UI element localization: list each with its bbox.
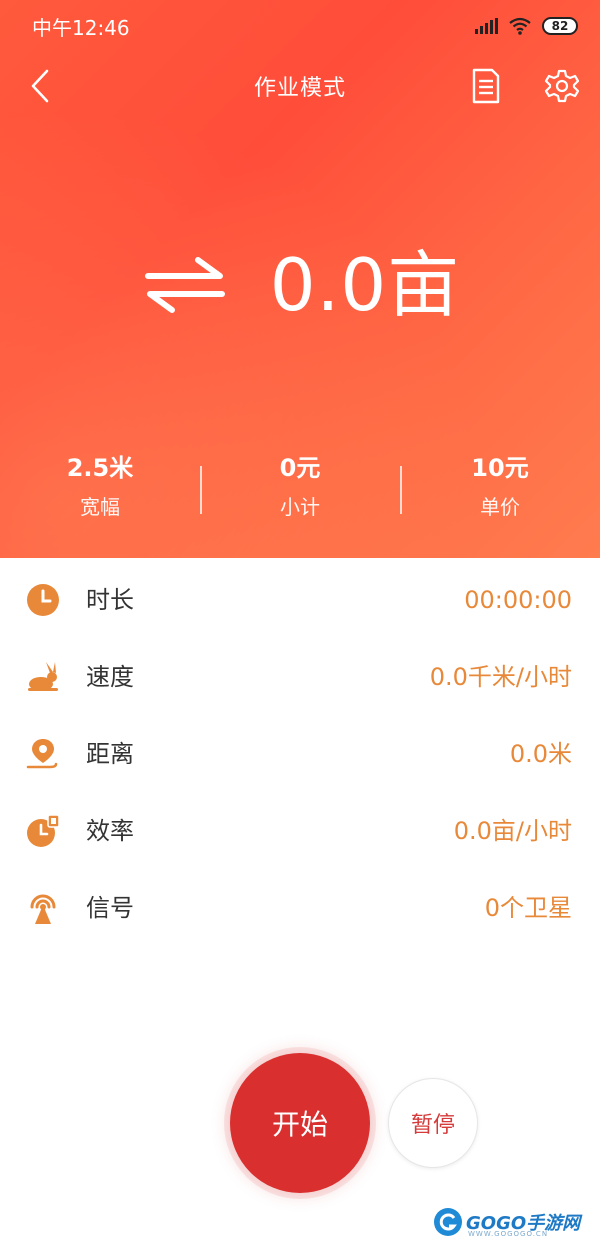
list-item-distance: 距离 0.0米 bbox=[0, 719, 600, 789]
row-label: 时长 bbox=[86, 586, 134, 614]
area-value: 0.0亩 bbox=[269, 243, 461, 327]
watermark-logo-icon bbox=[434, 1208, 462, 1236]
location-pin-icon bbox=[26, 739, 58, 769]
row-value: 0.0千米/小时 bbox=[429, 663, 572, 691]
stat-label: 小计 bbox=[280, 495, 320, 519]
wifi-icon bbox=[509, 17, 531, 35]
list-item-speed: 速度 0.0千米/小时 bbox=[0, 642, 600, 712]
status-bar: 中午12:46 82 bbox=[0, 0, 600, 52]
watermark-domain: WWW.GOGOGO.CN bbox=[468, 1230, 549, 1238]
row-value: 0.0亩/小时 bbox=[453, 817, 572, 845]
settings-button[interactable] bbox=[544, 68, 580, 104]
row-label: 效率 bbox=[86, 817, 134, 845]
clock-icon bbox=[27, 584, 59, 616]
stat-value: 10元 bbox=[471, 454, 529, 482]
stats-bar: 2.5米 宽幅 0元 小计 10元 单价 bbox=[0, 448, 600, 538]
list-item-duration: 时长 00:00:00 bbox=[0, 565, 600, 635]
swap-arrows-icon bbox=[144, 257, 225, 313]
gear-icon bbox=[544, 69, 580, 103]
stat-label: 单价 bbox=[480, 495, 520, 519]
start-button[interactable]: 开始 bbox=[230, 1053, 370, 1193]
list-item-signal: 信号 0个卫星 bbox=[0, 873, 600, 943]
row-label: 信号 bbox=[86, 894, 134, 922]
stat-unit-price[interactable]: 10元 单价 bbox=[400, 448, 600, 538]
battery-indicator: 82 bbox=[542, 17, 578, 35]
row-value: 00:00:00 bbox=[464, 586, 572, 614]
status-icons: 82 bbox=[475, 17, 578, 35]
row-label: 速度 bbox=[86, 663, 134, 691]
pause-button[interactable]: 暂停 bbox=[388, 1078, 478, 1168]
stat-label: 宽幅 bbox=[80, 495, 120, 519]
list-item-efficiency: 效率 0.0亩/小时 bbox=[0, 796, 600, 866]
document-icon bbox=[472, 68, 500, 104]
stat-subtotal: 0元 小计 bbox=[200, 448, 400, 538]
rabbit-icon bbox=[28, 662, 58, 691]
row-label: 距离 bbox=[86, 740, 134, 768]
navbar: 作业模式 bbox=[0, 58, 600, 114]
header-panel: 中午12:46 82 作业模式 0.0亩 2.5米 宽幅 0元 小计 10元 单… bbox=[0, 0, 600, 558]
stat-value: 0元 bbox=[279, 454, 321, 482]
status-time: 中午12:46 bbox=[32, 15, 130, 40]
watermark: GOGO手游网 WWW.GOGOGO.CN bbox=[434, 1206, 580, 1238]
cell-signal-icon bbox=[475, 18, 498, 34]
stopwatch-icon bbox=[27, 814, 60, 847]
page-title: 作业模式 bbox=[253, 76, 346, 101]
stat-width: 2.5米 宽幅 bbox=[0, 448, 200, 538]
area-display: 0.0亩 bbox=[0, 240, 600, 330]
row-value: 0.0米 bbox=[509, 740, 572, 768]
row-value: 0个卫星 bbox=[484, 894, 572, 922]
stat-value: 2.5米 bbox=[66, 454, 134, 482]
record-button[interactable] bbox=[470, 66, 502, 106]
signal-tower-icon bbox=[30, 894, 56, 924]
